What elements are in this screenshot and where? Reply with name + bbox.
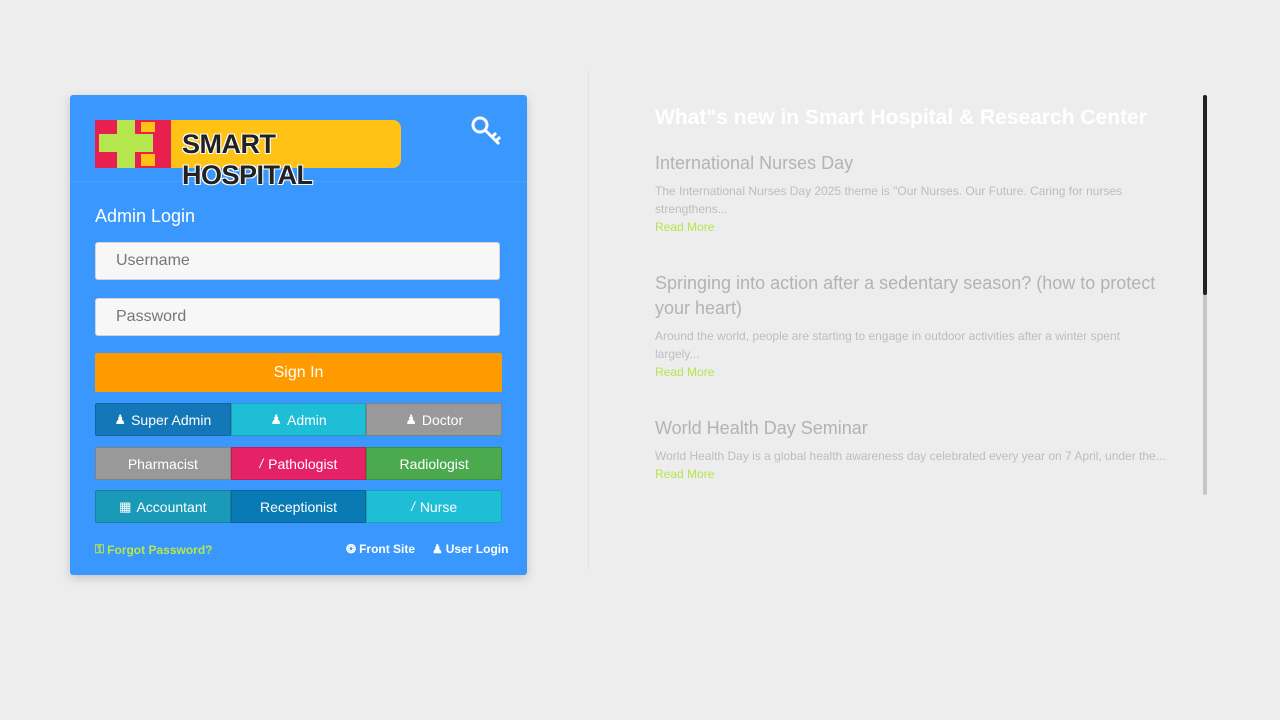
user-secret-icon: ♟ [114,411,127,427]
read-more-link[interactable]: Read More [655,218,1195,236]
super-admin-button[interactable]: ♟ Super Admin [95,403,231,436]
news-title-line: your heart) [655,298,743,318]
key-small-icon: ⚿ [95,542,105,556]
accountant-button[interactable]: ▦ Accountant [95,490,231,523]
pathologist-label: Pathologist [268,455,338,472]
user-icon: ♟ [432,542,443,556]
username-input[interactable] [95,242,500,280]
news-excerpt: World Health Day is a global health awar… [655,447,1195,465]
news-item: World Health Day Seminar World Health Da… [655,416,1195,483]
receptionist-button[interactable]: Receptionist [230,490,367,523]
pharmacist-label: Pharmacist [127,455,198,472]
pharmacist-button[interactable]: Pharmacist [95,447,231,480]
forgot-password-label: Forgot Password? [107,542,213,557]
admin-label: Admin [286,411,327,428]
news-excerpt-line: strengthens... [655,202,728,216]
login-title: Admin Login [95,206,196,226]
radiologist-button[interactable]: Radiologist [366,447,502,480]
news-title: International Nurses Day [655,153,854,173]
card-header: SMART HOSPITAL [70,95,527,190]
admin-button[interactable]: ♟ Admin [230,403,367,436]
password-input[interactable] [95,298,500,336]
news-heading: What"s new in Smart Hospital & Research … [655,106,1147,129]
key-icon[interactable] [470,115,502,147]
user-md-icon: ♟ [405,411,417,427]
logo: SMART HOSPITAL [95,120,401,190]
role-row-2: Pharmacist / Pathologist Radiologist [95,447,502,480]
doctor-label: Doctor [421,411,464,428]
role-row-1: ♟ Super Admin ♟ Admin ♟ Doctor [95,403,502,436]
globe-icon: ❂ [346,542,357,556]
front-site-label: Front Site [359,542,416,556]
pathologist-button[interactable]: / Pathologist [230,447,367,480]
news-excerpt-line: largely... [655,347,700,361]
login-card: SMART HOSPITAL Admin Login Sign In ♟ Sup… [70,95,527,575]
user-icon: ♟ [270,411,282,427]
news-item: Springing into action after a sedentary … [655,271,1195,381]
front-site-link[interactable]: ❂ Front Site [346,542,415,556]
news-excerpt: Around the world, people are starting to… [655,327,1195,363]
news-title-line: Springing into action after a sedentary … [655,273,1156,293]
logo-text: SMART HOSPITAL [182,129,313,190]
user-login-label: User Login [445,542,509,556]
forgot-password-link[interactable]: ⚿ Forgot Password? [95,542,212,557]
news-excerpt: The International Nurses Day 2025 theme … [655,182,1195,218]
news-item: International Nurses Day The Internation… [655,151,1195,236]
role-row-3: ▦ Accountant Receptionist / Nurse [95,490,502,523]
nurse-icon: / [411,499,415,514]
news-excerpt-line: Around the world, people are starting to… [655,329,1120,343]
news-title: World Health Day Seminar [655,418,868,438]
user-login-link[interactable]: ♟ User Login [432,542,508,556]
pathology-icon: / [259,456,264,471]
news-scrollbar-thumb[interactable] [1203,95,1207,295]
read-more-link[interactable]: Read More [655,363,1195,381]
news-excerpt-line: World Health Day is a global health awar… [655,449,1166,463]
divider [588,70,589,570]
nurse-label: Nurse [419,498,458,515]
logo-cross-icon [95,120,175,168]
sign-in-button[interactable]: Sign In [95,353,502,392]
receptionist-label: Receptionist [259,498,338,515]
radiologist-label: Radiologist [399,455,469,472]
news-excerpt-line: The International Nurses Day 2025 theme … [655,184,1123,198]
accountant-label: Accountant [136,498,207,515]
doctor-button[interactable]: ♟ Doctor [366,403,502,436]
super-admin-label: Super Admin [131,411,212,428]
calculator-icon: ▦ [119,498,132,514]
nurse-button[interactable]: / Nurse [366,490,502,523]
news-title: Springing into action after a sedentary … [655,271,1195,321]
read-more-link[interactable]: Read More [655,465,1195,483]
